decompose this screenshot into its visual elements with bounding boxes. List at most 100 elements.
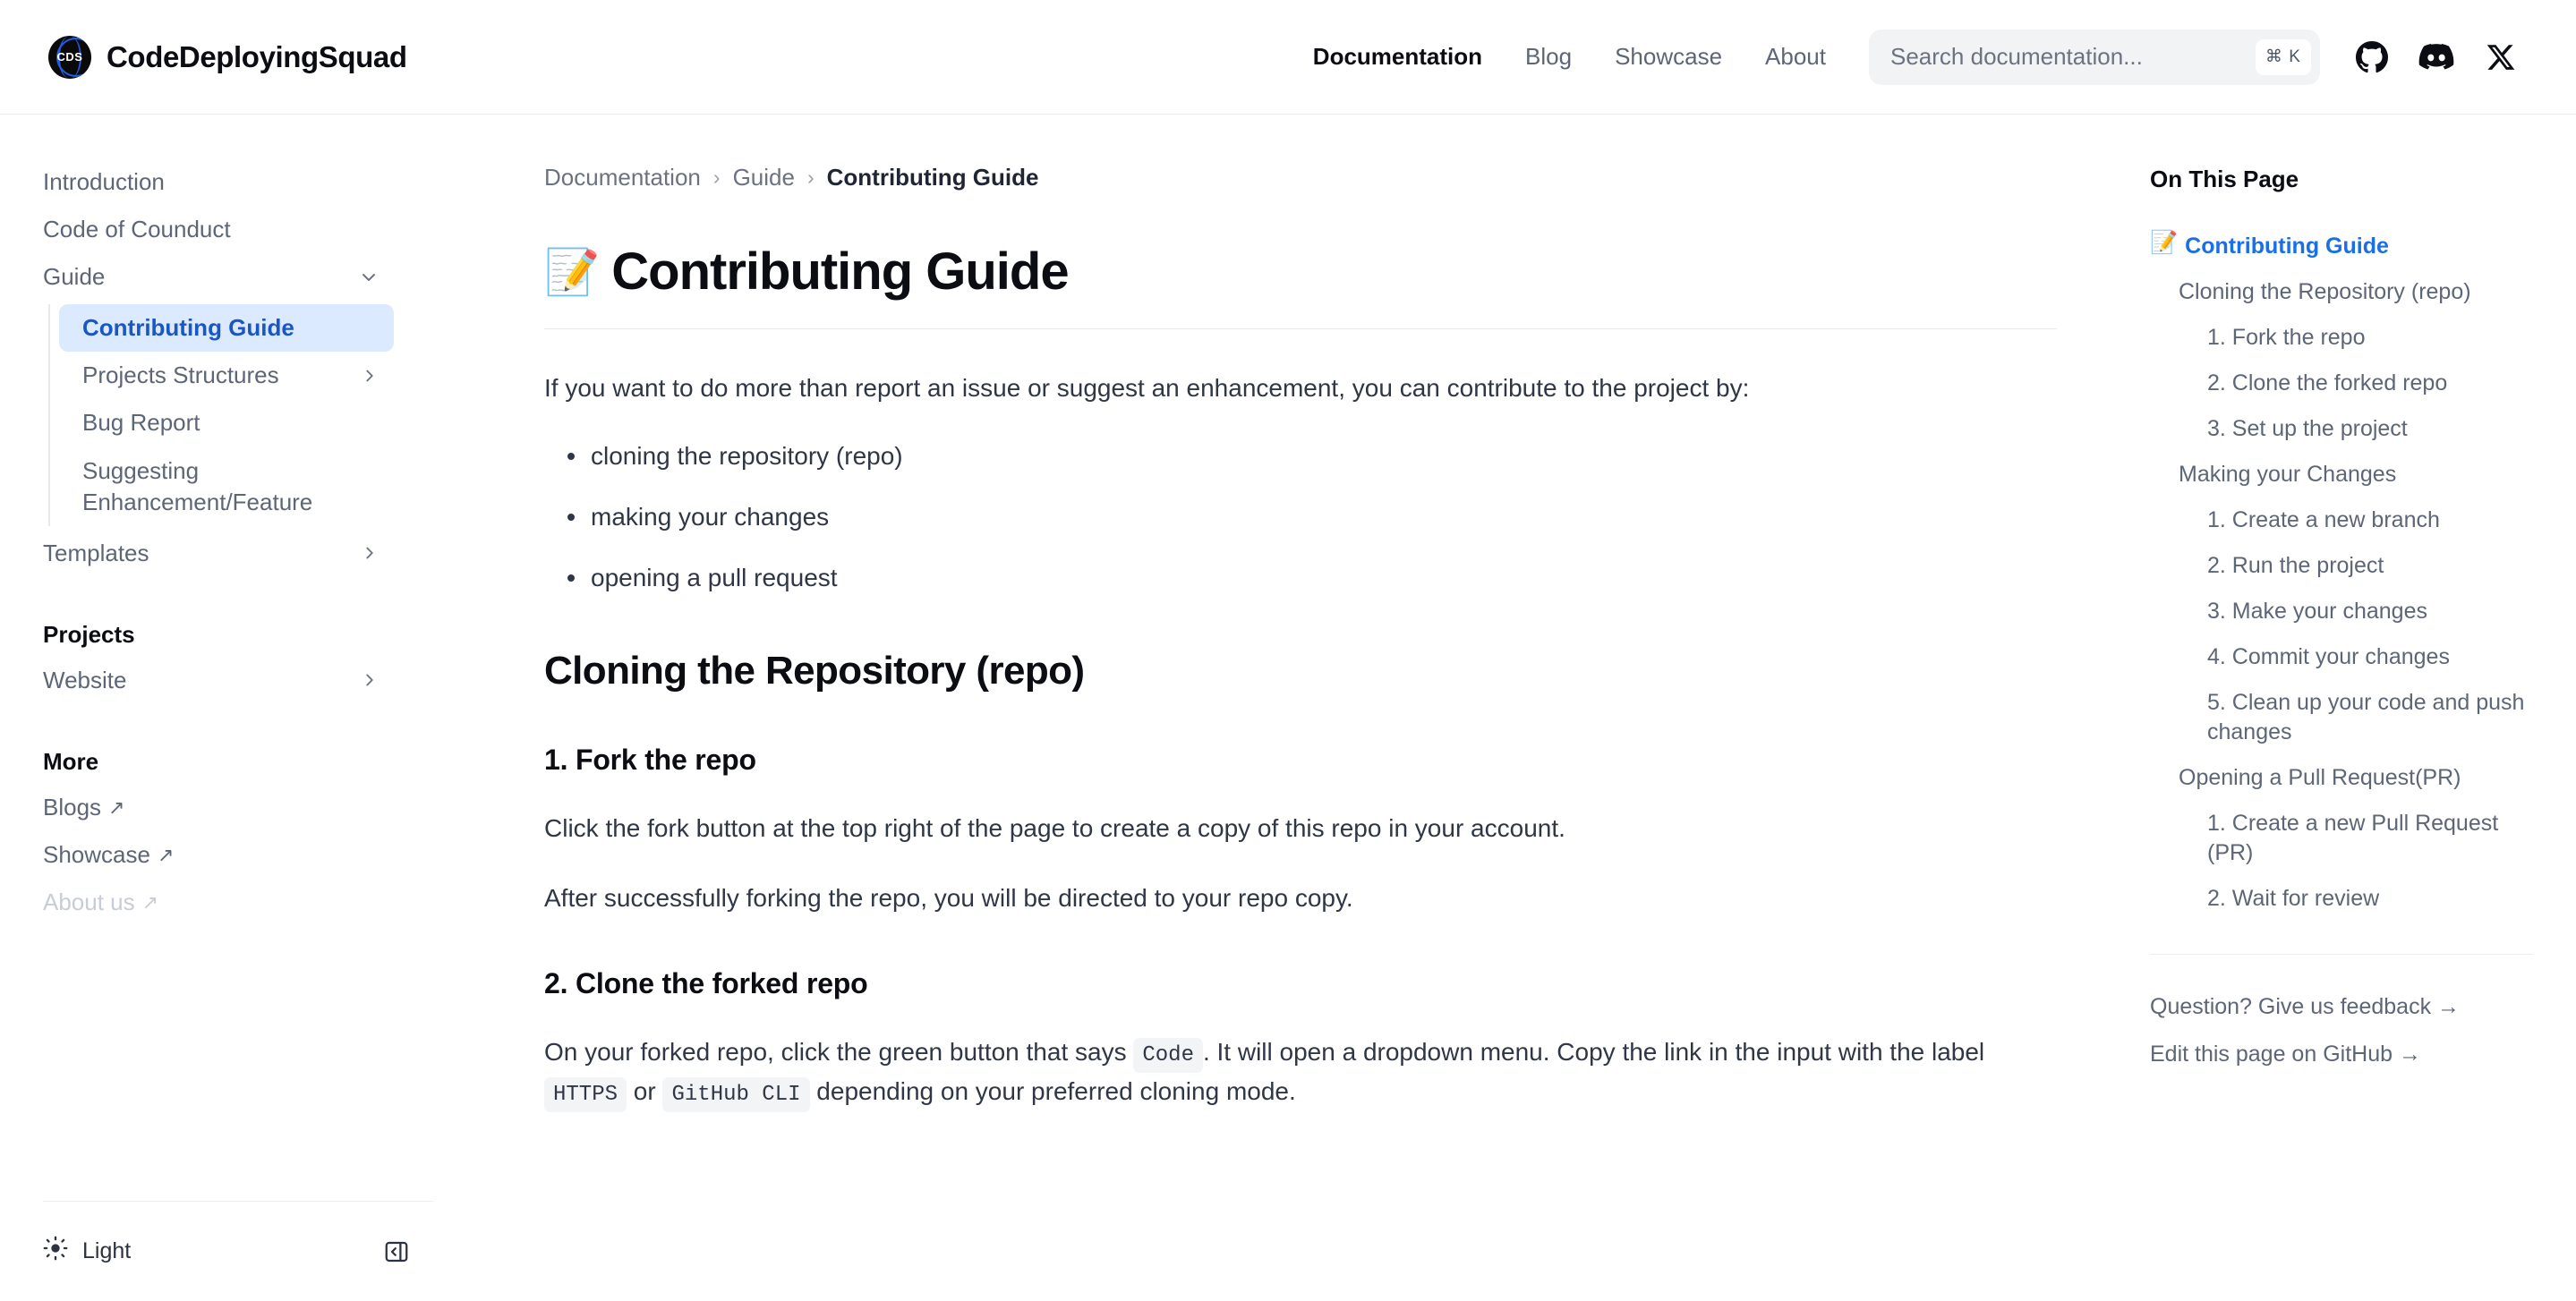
section-heading-cloning-the-repository: Cloning the Repository (repo) — [544, 649, 1085, 693]
x-icon[interactable] — [2469, 30, 2533, 85]
theme-toggle-button[interactable]: Light — [43, 1236, 131, 1267]
toc-item-opening-a-pull-request[interactable]: Opening a Pull Request(PR) — [2150, 755, 2533, 801]
page-title: 📝 Contributing Guide — [544, 242, 2057, 329]
toc-divider — [2150, 954, 2533, 955]
main-content: Documentation › Guide › Contributing Gui… — [433, 115, 2143, 1301]
external-link-icon: ↗ — [157, 843, 175, 866]
subsection-heading-fork-the-repo: 1. Fork the repo — [544, 744, 756, 777]
chevron-right-icon — [360, 543, 380, 563]
contribute-bullet-list: cloning the repository (repo) making you… — [544, 438, 2057, 597]
sidebar-item-showcase[interactable]: Showcase ↗ — [43, 831, 394, 879]
toc-item-set-up-the-project[interactable]: 3. Set up the project — [2150, 406, 2533, 452]
toc-item-making-your-changes[interactable]: Making your Changes — [2150, 452, 2533, 497]
toc-item-wait-for-review[interactable]: 2. Wait for review — [2150, 876, 2533, 922]
sidebar-collapse-icon[interactable] — [383, 1238, 410, 1265]
chevron-right-icon — [360, 670, 380, 690]
sun-icon — [43, 1236, 68, 1267]
toc-item-contributing-guide[interactable]: 📝 Contributing Guide — [2150, 224, 2533, 269]
sidebar-item-label: Guide — [43, 263, 106, 291]
brand-name: CodeDeployingSquad — [107, 39, 407, 73]
toc-item-create-a-new-pull-request[interactable]: 1. Create a new Pull Request (PR) — [2150, 801, 2533, 876]
clone-the-forked-repo-paragraph: On your forked repo, click the green but… — [544, 1033, 2057, 1113]
github-icon[interactable] — [2340, 30, 2404, 85]
sidebar-item-contributing-guide[interactable]: Contributing Guide — [59, 304, 394, 353]
clone-text-part-3: or — [627, 1077, 663, 1106]
primary-nav: Documentation Blog Showcase About — [1292, 43, 1847, 71]
search-placeholder: Search documentation... — [1890, 43, 2143, 70]
sidebar-item-label: Templates — [43, 539, 149, 566]
toc-item-run-the-project[interactable]: 2. Run the project — [2150, 543, 2533, 589]
toc-item-make-your-changes[interactable]: 3. Make your changes — [2150, 589, 2533, 634]
sidebar-item-label: Introduction — [43, 168, 165, 195]
sidebar-section-projects: Projects — [43, 620, 135, 648]
sidebar-item-website[interactable]: Website — [43, 657, 394, 704]
edit-page-on-github-link[interactable]: Edit this page on GitHub → — [2150, 1031, 2533, 1078]
sidebar-item-label: Bug Report — [82, 409, 200, 437]
nav-link-showcase[interactable]: Showcase — [1593, 43, 1744, 71]
chevron-right-icon — [360, 366, 380, 386]
sidebar-item-label: Suggesting Enhancement/Feature — [82, 456, 313, 515]
sidebar-footer: Light — [43, 1201, 433, 1301]
sidebar-item-templates[interactable]: Templates — [43, 530, 394, 577]
list-item: opening a pull request — [567, 559, 2057, 597]
fork-the-repo-paragraph-1: Click the fork button at the top right o… — [544, 814, 1565, 843]
chevron-down-icon — [358, 267, 380, 288]
clone-text-part-1: On your forked repo, click the green but… — [544, 1038, 1134, 1067]
sidebar-item-label: Projects Structures — [82, 361, 279, 389]
site-header: CDS CodeDeployingSquad Documentation Blo… — [0, 0, 2576, 115]
breadcrumb-separator-icon: › — [712, 166, 721, 189]
sidebar-item-bug-report[interactable]: Bug Report — [59, 399, 394, 446]
clone-text-part-2: . It will open a dropdown menu. Copy the… — [1202, 1038, 1985, 1067]
nav-link-about[interactable]: About — [1744, 43, 1847, 71]
search-shortcut-badge: ⌘ K — [2256, 38, 2311, 75]
sidebar-item-label: Code of Counduct — [43, 216, 231, 243]
toc-item-clone-the-forked-repo[interactable]: 2. Clone the forked repo — [2150, 361, 2533, 406]
breadcrumb: Documentation › Guide › Contributing Gui… — [544, 164, 2057, 191]
fork-the-repo-paragraph-2: After successfully forking the repo, you… — [544, 883, 1353, 912]
code-span-https: HTTPS — [544, 1077, 627, 1113]
subsection-heading-clone-the-forked-repo: 2. Clone the forked repo — [544, 967, 868, 1000]
sidebar-item-guide[interactable]: Guide — [43, 253, 394, 301]
on-this-page-toc: On This Page 📝 Contributing Guide Clonin… — [2143, 115, 2576, 1301]
clone-text-part-4: depending on your preferred cloning mode… — [809, 1077, 1296, 1106]
sidebar-item-about-us[interactable]: About us ↗ — [43, 879, 394, 926]
cds-logo-icon: CDS — [48, 35, 91, 79]
sidebar-item-label: About us — [43, 889, 135, 916]
sidebar-guide-children: Contributing Guide Projects Structures B… — [48, 304, 394, 526]
list-item: making your changes — [567, 498, 2057, 536]
logo-text: CDS — [56, 50, 83, 64]
brand-logo-link[interactable]: CDS CodeDeployingSquad — [48, 35, 407, 79]
breadcrumb-item-documentation[interactable]: Documentation — [544, 164, 701, 191]
search-input[interactable]: Search documentation... ⌘ K — [1869, 29, 2320, 85]
sidebar-item-label: Showcase — [43, 841, 150, 869]
external-link-icon: ↗ — [108, 795, 125, 819]
toc-item-commit-your-changes[interactable]: 4. Commit your changes — [2150, 634, 2533, 680]
toc-item-cloning-the-repository[interactable]: Cloning the Repository (repo) — [2150, 269, 2533, 315]
toc-title: On This Page — [2150, 166, 2299, 192]
nav-link-documentation[interactable]: Documentation — [1292, 43, 1504, 71]
sidebar-item-label: Blogs — [43, 793, 102, 821]
sidebar-scroll-fade — [0, 1138, 433, 1201]
memo-icon: 📝 — [2150, 230, 2179, 255]
page-title-text: Contributing Guide — [611, 242, 1069, 301]
toc-item-label: Contributing Guide — [2185, 234, 2389, 259]
sidebar-item-label: Website — [43, 666, 127, 693]
list-item: cloning the repository (repo) — [567, 438, 2057, 475]
nav-link-blog[interactable]: Blog — [1504, 43, 1593, 71]
sidebar-item-blogs[interactable]: Blogs ↗ — [43, 784, 394, 831]
toc-item-create-a-new-branch[interactable]: 1. Create a new branch — [2150, 497, 2533, 543]
memo-icon: 📝 — [544, 246, 600, 297]
theme-label: Light — [82, 1238, 132, 1263]
toc-item-clean-up-your-code-and-push-changes[interactable]: 5. Clean up your code and push changes — [2150, 680, 2533, 755]
breadcrumb-item-guide[interactable]: Guide — [733, 164, 795, 191]
sidebar-item-projects-structures[interactable]: Projects Structures — [59, 352, 394, 399]
discord-icon[interactable] — [2404, 30, 2469, 85]
give-feedback-link[interactable]: Question? Give us feedback → — [2150, 983, 2533, 1031]
code-span-code: Code — [1133, 1038, 1203, 1074]
intro-paragraph: If you want to do more than report an is… — [544, 374, 1750, 402]
sidebar-item-suggesting-enhancement-feature[interactable]: Suggesting Enhancement/Feature — [59, 447, 394, 526]
toc-item-fork-the-repo[interactable]: 1. Fork the repo — [2150, 315, 2533, 361]
code-span-github-cli: GitHub CLI — [662, 1077, 810, 1113]
sidebar-item-code-of-counduct[interactable]: Code of Counduct — [43, 206, 394, 253]
sidebar-item-introduction[interactable]: Introduction — [43, 158, 394, 206]
